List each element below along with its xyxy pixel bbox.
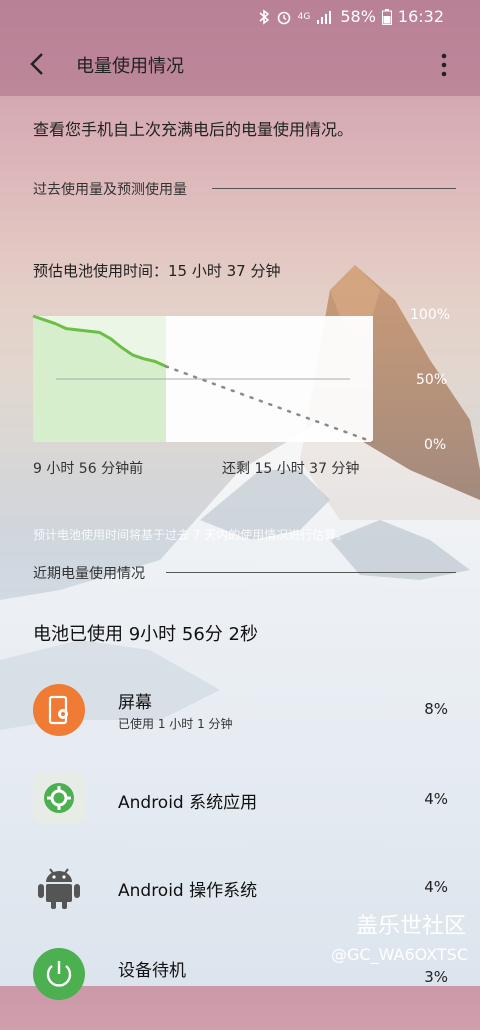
android-icon	[33, 858, 85, 910]
status-time: 16:32	[397, 7, 444, 26]
battery-usage-chart	[32, 314, 375, 444]
page-title: 电量使用情况	[76, 56, 184, 77]
app-name: 设备待机	[118, 961, 186, 981]
network-type-label: 4G	[297, 11, 311, 22]
section-divider	[212, 188, 456, 189]
section-header-past-usage: 过去使用量及预测使用量	[33, 182, 187, 198]
app-name: Android 系统应用	[118, 793, 258, 813]
alarm-icon	[276, 9, 292, 25]
prediction-note: 预计电池使用时间将基于过去 7 天内的使用情况进行估算。	[33, 528, 349, 542]
more-vert-icon[interactable]	[438, 52, 450, 78]
section-header-recent-usage: 近期电量使用情况	[33, 566, 145, 582]
app-usage-percent: 8%	[424, 700, 448, 718]
status-bar: 4G 58% 16:32	[0, 0, 480, 34]
signal-icon	[316, 10, 334, 24]
app-usage-item-screen[interactable]: 屏幕 已使用 1 小时 1 分钟 8%	[0, 680, 480, 766]
y-tick-50: 50%	[416, 372, 448, 388]
back-arrow-icon[interactable]	[24, 50, 52, 78]
bluetooth-icon	[258, 8, 270, 25]
battery-percent: 58%	[340, 7, 376, 26]
app-name: Android 操作系统	[118, 881, 258, 901]
y-tick-0: 0%	[424, 437, 447, 453]
estimated-battery-time: 预估电池使用时间：15 小时 37 分钟	[33, 262, 281, 280]
app-usage-percent: 4%	[424, 878, 448, 896]
battery-used-time: 电池已使用 9小时 56分 2秒	[33, 624, 258, 645]
description-text: 查看您手机自上次充满电后的电量使用情况。	[33, 120, 354, 139]
section-divider	[166, 572, 456, 573]
battery-icon	[381, 8, 392, 25]
screen-icon	[33, 684, 85, 736]
x-label-end: 还剩 15 小时 37 分钟	[222, 461, 360, 477]
app-usage-item-android-system-apps[interactable]: Android 系统应用 4%	[0, 768, 480, 854]
watermark-title: 盖乐世社区	[355, 914, 466, 939]
app-name: 屏幕	[118, 693, 152, 713]
app-usage-percent: 3%	[424, 968, 448, 986]
app-usage-duration: 已使用 1 小时 1 分钟	[118, 717, 233, 731]
y-tick-100: 100%	[410, 307, 451, 323]
watermark-handle: @GC_WA6OXTSC	[331, 945, 468, 964]
power-icon	[33, 948, 85, 1000]
app-bar: 电量使用情况	[0, 34, 480, 96]
x-label-start: 9 小时 56 分钟前	[33, 461, 144, 477]
gear-icon	[33, 772, 85, 824]
app-usage-percent: 4%	[424, 790, 448, 808]
